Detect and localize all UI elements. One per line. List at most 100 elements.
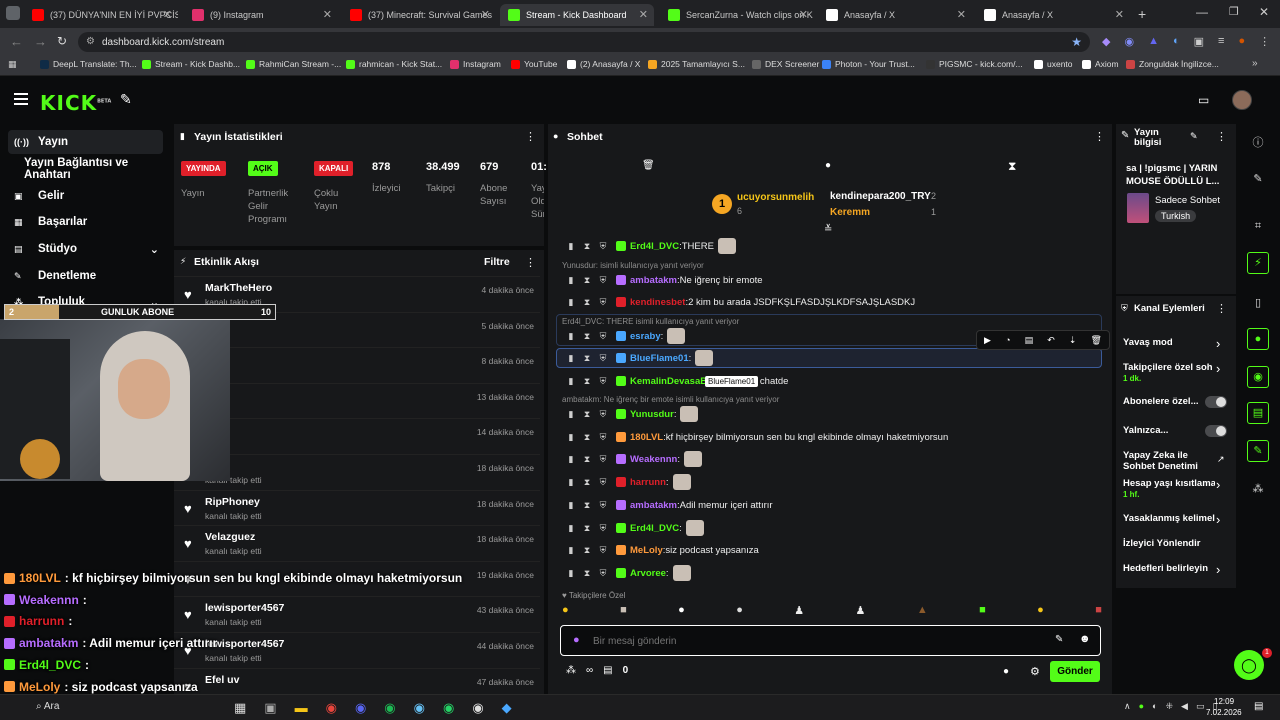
chat-username[interactable]: kendinesbet bbox=[630, 297, 685, 308]
activity-username[interactable]: RipPhoney bbox=[205, 496, 260, 508]
chevron-right-icon[interactable]: › bbox=[1216, 361, 1220, 376]
chat-icon[interactable]: ● bbox=[825, 160, 831, 171]
extension-icon[interactable]: ▲ bbox=[1148, 35, 1159, 48]
broadcast-rail-icon[interactable]: ◉ bbox=[1247, 366, 1269, 388]
site-info-icon[interactable]: ⚙ bbox=[86, 36, 95, 47]
chat-message[interactable]: ▮⧗⛨KemalinDevasaBu: hayan var chatde bbox=[556, 372, 1106, 390]
chat-message[interactable]: ▮ ⧗ ⛨ BlueFlame01: bbox=[556, 349, 1106, 367]
extension-icon[interactable]: ◆ bbox=[1102, 35, 1110, 48]
infinity-icon[interactable]: ∞ bbox=[586, 665, 593, 676]
chat-message[interactable]: ▮ ⧗ ⛨ Erd4l_DVC: THERE bbox=[556, 237, 1106, 255]
delete-message-icon[interactable]: ▮ bbox=[566, 568, 576, 578]
channel-action-item[interactable]: Takipçilere özel soh 1 dk. bbox=[1123, 362, 1215, 384]
chevron-up-icon[interactable]: ∧ bbox=[1124, 701, 1131, 712]
tab-close-icon[interactable]: ✕ bbox=[639, 8, 648, 21]
activity-username[interactable]: Velazguez bbox=[205, 531, 255, 543]
tab-close-icon[interactable]: ✕ bbox=[481, 8, 490, 21]
delete-message-icon[interactable]: ▮ bbox=[566, 500, 576, 510]
play-icon[interactable]: ▶ bbox=[984, 335, 991, 346]
delete-message-icon[interactable]: ▮ bbox=[566, 376, 576, 386]
bookmark-item[interactable]: (2) Anasayfa / X bbox=[567, 59, 640, 69]
emote-icon[interactable]: ● bbox=[736, 604, 743, 622]
chat-message[interactable]: ▮ ⧗ ⛨ 180LVL: kf hiçbirşey bilmiyorsun sen … bbox=[556, 428, 1106, 446]
timeout-icon[interactable]: ⧗ bbox=[582, 454, 592, 464]
copy-icon[interactable]: ▤ bbox=[1025, 335, 1034, 346]
browser-tab[interactable]: Stream - Kick Dashboard ✕ bbox=[500, 4, 654, 26]
user-avatar[interactable] bbox=[1232, 90, 1252, 110]
layout-rail-icon[interactable]: ▤ bbox=[1247, 402, 1269, 424]
obs-icon[interactable]: ◉ bbox=[472, 700, 483, 716]
timeout-icon[interactable]: ⧗ bbox=[582, 432, 592, 442]
timeout-icon[interactable]: ⧗ bbox=[582, 568, 592, 578]
chat-message[interactable]: ▮ ⧗ ⛨ MeLoly: siz podcast yapsanıza bbox=[556, 541, 1106, 559]
browser-tab[interactable]: (9) Instagram ✕ bbox=[184, 4, 338, 26]
task-view-icon[interactable]: ▦ bbox=[234, 700, 246, 716]
tray-app-icon[interactable]: ⁜ bbox=[1165, 701, 1173, 712]
emote-icon[interactable]: ♟ bbox=[856, 604, 866, 622]
extension-icon[interactable]: ◐ bbox=[1173, 35, 1180, 48]
chat-username[interactable]: Erd4l_DVC bbox=[630, 241, 679, 252]
maximize-icon[interactable]: ❐ bbox=[1229, 5, 1239, 18]
delete-message-icon[interactable]: ▮ bbox=[566, 545, 576, 555]
chevron-right-icon[interactable]: › bbox=[1216, 477, 1220, 492]
document-icon[interactable]: ▯ bbox=[1250, 296, 1266, 312]
channel-action-item[interactable]: Hesap yaşı kısıtlama 1 hf. bbox=[1123, 478, 1215, 500]
delete-message-icon[interactable]: ▮ bbox=[566, 331, 576, 341]
chat-rail-icon[interactable]: ● bbox=[1247, 328, 1269, 350]
ban-icon[interactable]: ⛨ bbox=[598, 297, 608, 307]
tab-close-icon[interactable]: ✕ bbox=[323, 8, 332, 21]
steam-icon[interactable]: ◉ bbox=[414, 700, 425, 716]
undo-icon[interactable]: ↶ bbox=[1047, 335, 1055, 346]
activity-row[interactable]: ♥ RipPhoney kanalı takip etti 18 dakika önc… bbox=[174, 489, 540, 526]
chat-message[interactable]: ▮ ⧗ ⛨ Erd4l_DVC: bbox=[556, 519, 1106, 537]
tray-app-icon[interactable]: ● bbox=[1139, 701, 1144, 712]
clock-time[interactable]: 12:09 bbox=[1214, 697, 1234, 706]
delete-icon[interactable]: 🗑 bbox=[1090, 335, 1101, 346]
delete-message-icon[interactable]: ▮ bbox=[566, 353, 576, 363]
chat-message[interactable]: ▮ ⧗ ⛨ Arvoree: bbox=[556, 564, 1106, 582]
whatsapp-icon[interactable]: ◉ bbox=[443, 700, 454, 716]
bookmark-star-icon[interactable]: ★ bbox=[1071, 35, 1082, 49]
stats-menu-icon[interactable]: ⋮ bbox=[525, 130, 536, 143]
activity-username[interactable]: lewisporter4567 bbox=[205, 602, 284, 614]
delete-message-icon[interactable]: ▮ bbox=[566, 432, 576, 442]
channel-action-item[interactable]: Hedefleri belirleyin bbox=[1123, 563, 1215, 574]
bookmark-item[interactable]: Instagram bbox=[450, 59, 501, 69]
delete-message-icon[interactable]: ▮ bbox=[566, 297, 576, 307]
chat-message[interactable]: ▮ ⧗ ⛨ Yunusdur: bbox=[556, 405, 1106, 423]
timeout-icon[interactable]: ⧗ bbox=[582, 523, 592, 533]
bookmark-item[interactable]: DeepL Translate: Th... bbox=[40, 59, 137, 69]
chat-username[interactable]: harrunn bbox=[630, 477, 666, 488]
timeout-icon[interactable]: ⧗ bbox=[582, 275, 592, 285]
gift-icon[interactable]: ▤ bbox=[603, 665, 612, 676]
chevron-right-icon[interactable]: › bbox=[1216, 336, 1220, 351]
filter-button[interactable]: Filtre bbox=[484, 256, 510, 268]
chat-username[interactable]: 180LVL bbox=[630, 432, 663, 443]
ban-icon[interactable]: ⛨ bbox=[598, 454, 608, 464]
browser-tab[interactable]: Anasayfa / X ✕ bbox=[976, 4, 1130, 26]
chat-username[interactable]: BlueFlame01 bbox=[630, 353, 689, 364]
delete-message-icon[interactable]: ▮ bbox=[566, 523, 576, 533]
chat-username[interactable]: esraby bbox=[630, 331, 661, 342]
nav-item[interactable]: ▤ Stüdyo ⌄ bbox=[8, 237, 163, 261]
emote-icon[interactable]: ♟ bbox=[794, 604, 804, 622]
chat-username[interactable]: Weakennn bbox=[630, 454, 677, 465]
timeout-icon[interactable]: ⧗ bbox=[582, 297, 592, 307]
tab-close-icon[interactable]: ✕ bbox=[799, 8, 808, 21]
ban-icon[interactable]: ⛨ bbox=[598, 477, 608, 487]
apps-grid-icon[interactable]: ▦ bbox=[8, 59, 17, 70]
timeout-icon[interactable]: ⧗ bbox=[582, 477, 592, 487]
translate-icon[interactable]: ✎ bbox=[1055, 634, 1063, 645]
support-chat-button[interactable]: ◯ bbox=[1234, 650, 1264, 680]
channel-action-item[interactable]: Yasaklanmış kelimel bbox=[1123, 513, 1215, 524]
bookmark-item[interactable]: 2025 Tamamlayıcı S... bbox=[648, 59, 745, 69]
hamburger-menu-icon[interactable] bbox=[14, 93, 28, 105]
ban-icon[interactable]: ⛨ bbox=[598, 376, 608, 386]
screenshot-icon[interactable]: ⌗ bbox=[1250, 220, 1266, 236]
nav-item[interactable]: ✎ Denetleme bbox=[8, 264, 163, 288]
tab-close-icon[interactable]: ✕ bbox=[957, 8, 966, 21]
browser-tab[interactable]: (37) DÜNYA'NIN EN İYİ PVPCİSİ ✕ bbox=[24, 4, 178, 26]
folder-icon[interactable]: ▬ bbox=[295, 700, 308, 716]
browser-tab[interactable]: Anasayfa / X ✕ bbox=[818, 4, 972, 26]
nav-item[interactable]: Yayın Bağlantısı ve Anahtarı bbox=[8, 157, 163, 181]
